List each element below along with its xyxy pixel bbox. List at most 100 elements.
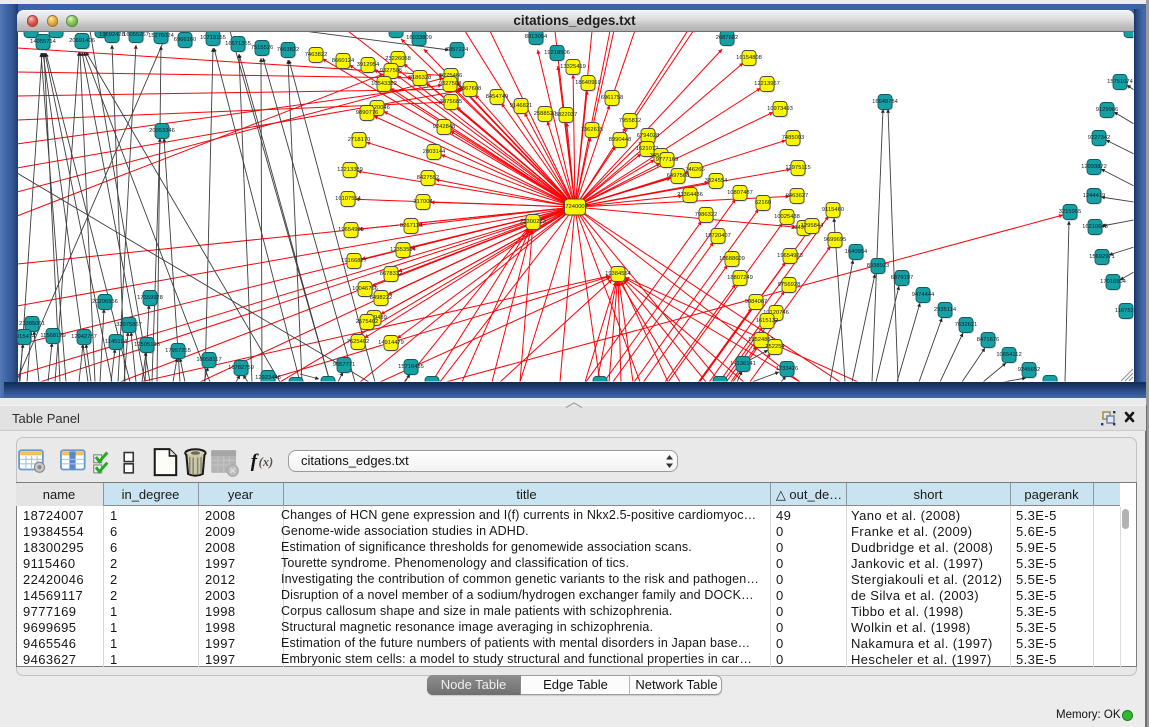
svg-text:14136141: 14136141 [730, 361, 756, 367]
svg-text:16154808: 16154808 [736, 55, 762, 61]
svg-text:20691406: 20691406 [69, 38, 95, 44]
svg-text:15720407: 15720407 [705, 233, 731, 239]
svg-text:17240007: 17240007 [562, 204, 588, 210]
svg-text:8678332: 8678332 [380, 271, 403, 277]
svg-text:14914479: 14914479 [378, 340, 404, 346]
svg-text:17957255: 17957255 [165, 348, 191, 354]
svg-text:3915474: 3915474 [13, 334, 36, 340]
svg-text:8938923: 8938923 [867, 263, 890, 269]
svg-text:16648784: 16648784 [872, 99, 899, 105]
svg-text:8267110: 8267110 [400, 223, 422, 229]
svg-text:7485003: 7485003 [782, 135, 805, 141]
svg-text:8454749: 8454749 [486, 94, 509, 100]
svg-text:8498222: 8498222 [370, 295, 393, 301]
svg-text:9890776: 9890776 [356, 110, 379, 116]
svg-text:10025438: 10025438 [774, 214, 800, 220]
svg-text:12923446: 12923446 [255, 375, 281, 381]
svg-text:19166827: 19166827 [341, 258, 367, 264]
svg-text:15692971: 15692971 [1089, 254, 1115, 260]
svg-text:2718170: 2718170 [348, 137, 371, 143]
svg-text:1167533: 1167533 [1115, 308, 1137, 314]
svg-text:1362615: 1362615 [581, 127, 604, 133]
svg-text:6879197: 6879197 [891, 275, 914, 281]
svg-text:17016504: 17016504 [1100, 279, 1127, 285]
svg-text:8471676: 8471676 [977, 337, 1000, 343]
svg-text:(x): (x) [259, 455, 273, 469]
svg-text:23226058: 23226058 [385, 56, 411, 62]
svg-text:10807487: 10807487 [727, 190, 753, 196]
svg-text:f: f [251, 451, 259, 472]
svg-text:12942757: 12942757 [71, 334, 97, 340]
svg-text:15276024: 15276024 [148, 33, 175, 39]
svg-text:19218506: 19218506 [544, 50, 570, 56]
svg-text:9777169: 9777169 [656, 157, 679, 163]
svg-text:21364436: 21364436 [677, 192, 703, 198]
svg-text:9242848: 9242848 [433, 124, 456, 130]
svg-text:16055267: 16055267 [123, 32, 149, 38]
svg-text:9115460: 9115460 [822, 207, 844, 213]
svg-text:6497568: 6497568 [667, 173, 690, 179]
svg-text:19654985: 19654985 [338, 227, 364, 233]
svg-text:16782759: 16782759 [228, 365, 254, 371]
svg-text:8186328: 8186328 [409, 75, 432, 81]
svg-text:9699695: 9699695 [824, 237, 847, 243]
svg-text:19692428: 19692428 [99, 32, 125, 38]
svg-text:17359928: 17359928 [137, 295, 163, 301]
svg-text:18807249: 18807249 [727, 275, 753, 281]
svg-text:15751074: 15751074 [1107, 79, 1134, 85]
svg-text:12213389: 12213389 [337, 167, 363, 173]
svg-text:10543382: 10543382 [371, 81, 397, 87]
svg-text:16107554: 16107554 [335, 196, 362, 202]
svg-text:16033809: 16033809 [406, 35, 432, 41]
svg-text:9463627: 9463627 [786, 193, 809, 199]
svg-text:21385061: 21385061 [19, 321, 45, 327]
svg-text:18640910: 18640910 [575, 80, 601, 86]
svg-text:2575402: 2575402 [356, 319, 379, 325]
svg-text:16671355: 16671355 [225, 41, 251, 47]
svg-text:6794028: 6794028 [637, 133, 660, 139]
svg-text:9327505: 9327505 [380, 68, 403, 74]
svg-text:3215955: 3215955 [1059, 209, 1082, 215]
svg-text:12975115: 12975115 [785, 165, 810, 171]
svg-text:20206556: 20206556 [92, 299, 118, 305]
svg-text:10958117: 10958117 [196, 357, 221, 363]
svg-text:20053346: 20053346 [149, 128, 175, 134]
svg-text:25300273: 25300273 [520, 219, 546, 225]
svg-text:33975867: 33975867 [116, 322, 142, 328]
svg-text:3824554: 3824554 [705, 178, 728, 184]
svg-text:1615132: 1615132 [756, 318, 779, 324]
svg-text:2803144: 2803144 [423, 149, 446, 155]
svg-text:7955812: 7955812 [619, 118, 642, 124]
svg-text:8660124: 8660124 [332, 58, 355, 64]
svg-text:7663822: 7663822 [277, 47, 300, 53]
svg-text:8813054: 8813054 [525, 34, 548, 40]
svg-text:1295844: 1295844 [801, 223, 824, 229]
svg-text:9146821: 9146821 [510, 103, 533, 109]
svg-text:19384554: 19384554 [605, 271, 632, 277]
svg-text:8427552: 8427552 [417, 175, 440, 181]
svg-text:1733426: 1733426 [776, 366, 799, 372]
svg-text:12093872: 12093872 [1081, 164, 1107, 170]
svg-text:62160: 62160 [755, 200, 771, 206]
svg-text:7463822: 7463822 [305, 52, 328, 58]
svg-text:8990448: 8990448 [609, 137, 632, 143]
svg-text:3875685: 3875685 [440, 99, 463, 105]
svg-text:10046766: 10046766 [352, 286, 378, 292]
svg-text:9474444: 9474444 [912, 292, 935, 298]
svg-text:13325419: 13325419 [560, 64, 586, 70]
svg-text:9227342: 9227342 [1088, 135, 1111, 141]
svg-text:9084067: 9084067 [745, 299, 768, 305]
svg-text:15716485: 15716485 [398, 364, 424, 370]
svg-text:3912954: 3912954 [357, 62, 380, 68]
svg-text:7515526: 7515526 [251, 45, 274, 51]
svg-text:2087682: 2087682 [716, 35, 739, 41]
svg-text:6966160: 6966160 [174, 37, 197, 43]
svg-text:12505135: 12505135 [134, 342, 160, 348]
svg-text:10973493: 10973493 [767, 106, 793, 112]
svg-text:12213967: 12213967 [754, 81, 780, 87]
svg-text:11568129: 11568129 [40, 333, 65, 339]
svg-text:252254: 252254 [765, 344, 785, 350]
svg-text:14055714: 14055714 [30, 39, 57, 45]
svg-text:10688609: 10688609 [719, 256, 745, 262]
svg-text:9756928: 9756928 [778, 282, 801, 288]
